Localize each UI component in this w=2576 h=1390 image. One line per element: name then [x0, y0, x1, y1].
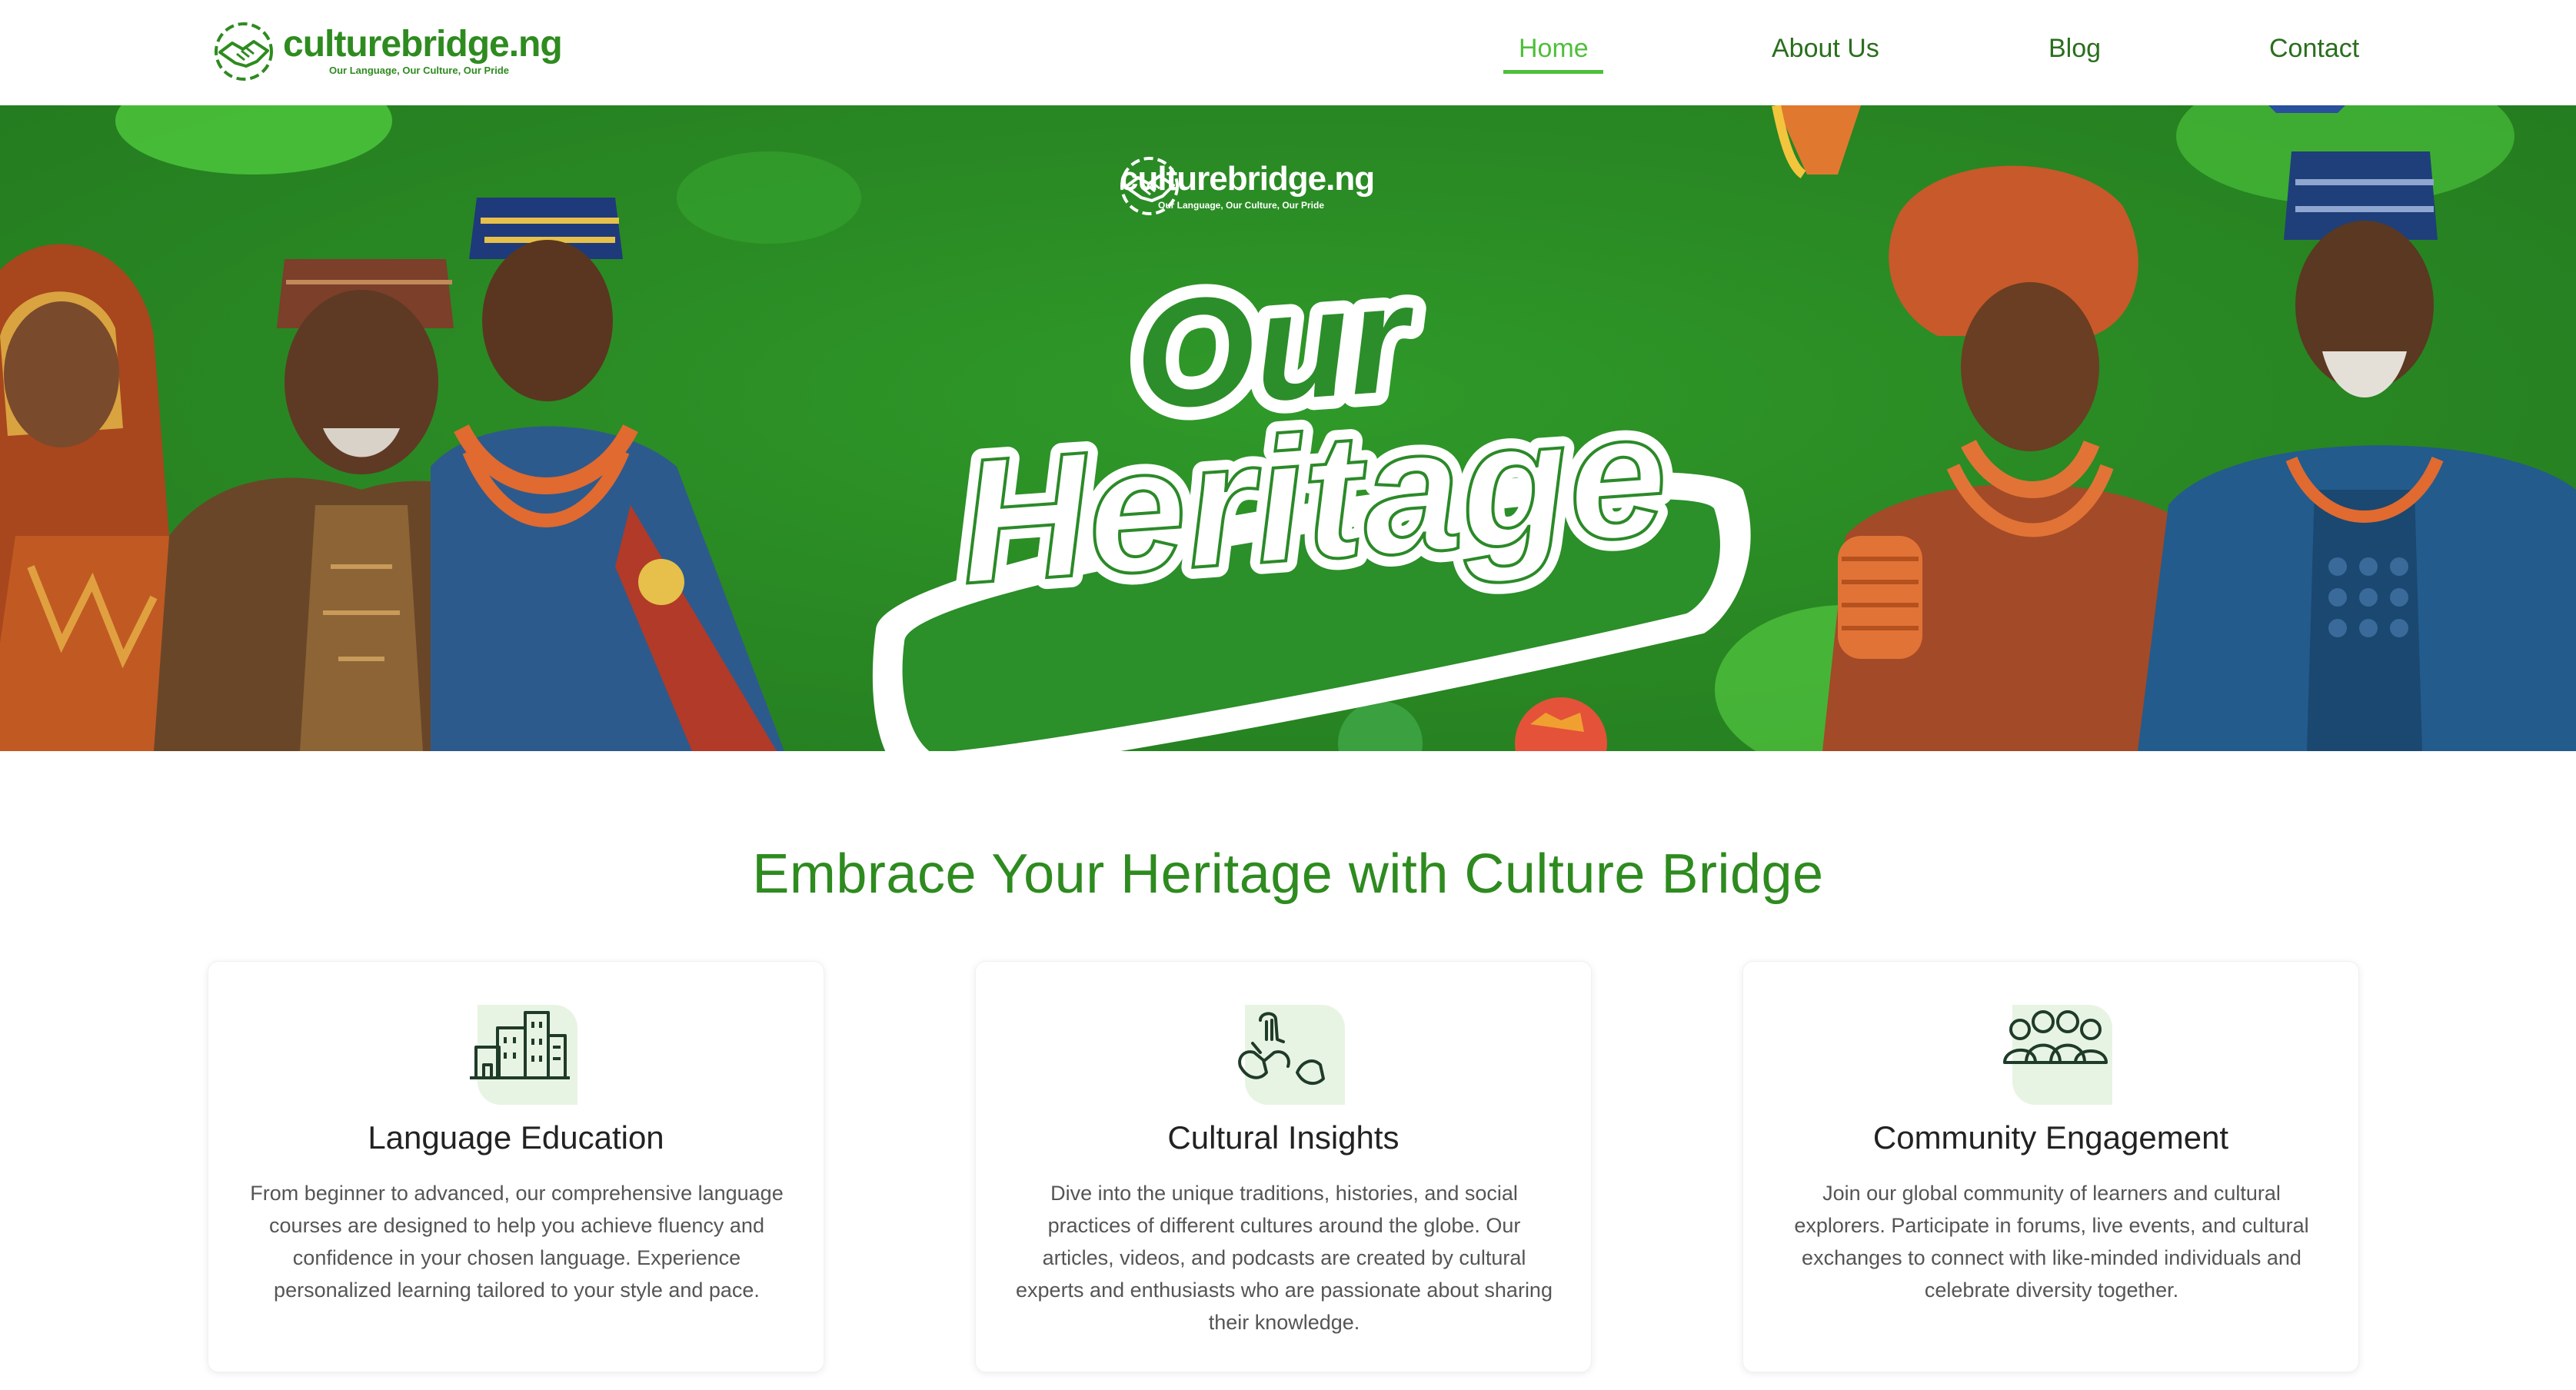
handshake-logo-icon [215, 22, 273, 81]
community-icon [2003, 1010, 2108, 1064]
hero-banner: culturebridge.ng Our Language, Our Cultu… [0, 105, 2576, 751]
site-logo[interactable]: culturebridge.ng Our Language, Our Cultu… [209, 17, 563, 86]
card-icon-container [1230, 1005, 1345, 1109]
nav-home[interactable]: Home [1519, 34, 1589, 64]
hero-title-line-2: Heritage [954, 374, 1673, 621]
hero-title: Our Our Heritage Heritage [942, 238, 1685, 632]
card-title: Language Education [368, 1119, 664, 1156]
card-description: Dive into the unique traditions, histori… [1016, 1182, 1553, 1334]
nav-about-us[interactable]: About Us [1772, 34, 1879, 64]
nav-blog[interactable]: Blog [2048, 34, 2101, 64]
card-title: Cultural Insights [1167, 1119, 1399, 1156]
feature-card-cultural-insights: Cultural Insights Dive into the unique t… [975, 961, 1592, 1372]
site-header: culturebridge.ng Our Language, Our Cultu… [0, 0, 2576, 105]
hands-icon [1238, 1012, 1325, 1086]
card-description: Join our global community of learners an… [1794, 1182, 2309, 1302]
card-description: From beginner to advanced, our comprehen… [250, 1182, 784, 1302]
nav-active-indicator [1503, 70, 1603, 74]
section-heading: Embrace Your Heritage with Culture Bridg… [752, 843, 1824, 905]
feature-card-language-education: Language Education From beginner to adva… [208, 961, 824, 1372]
buildings-icon [470, 1011, 570, 1079]
card-icon-container [462, 1005, 577, 1109]
card-icon-container [1997, 1005, 2112, 1109]
feature-card-community-engagement: Community Engagement Join our global com… [1742, 961, 2359, 1372]
nav-contact[interactable]: Contact [2269, 34, 2359, 64]
logo-name: culturebridge.ng [283, 24, 563, 65]
card-title: Community Engagement [1872, 1119, 2229, 1156]
logo-tagline: Our Language, Our Culture, Our Pride [329, 65, 510, 76]
